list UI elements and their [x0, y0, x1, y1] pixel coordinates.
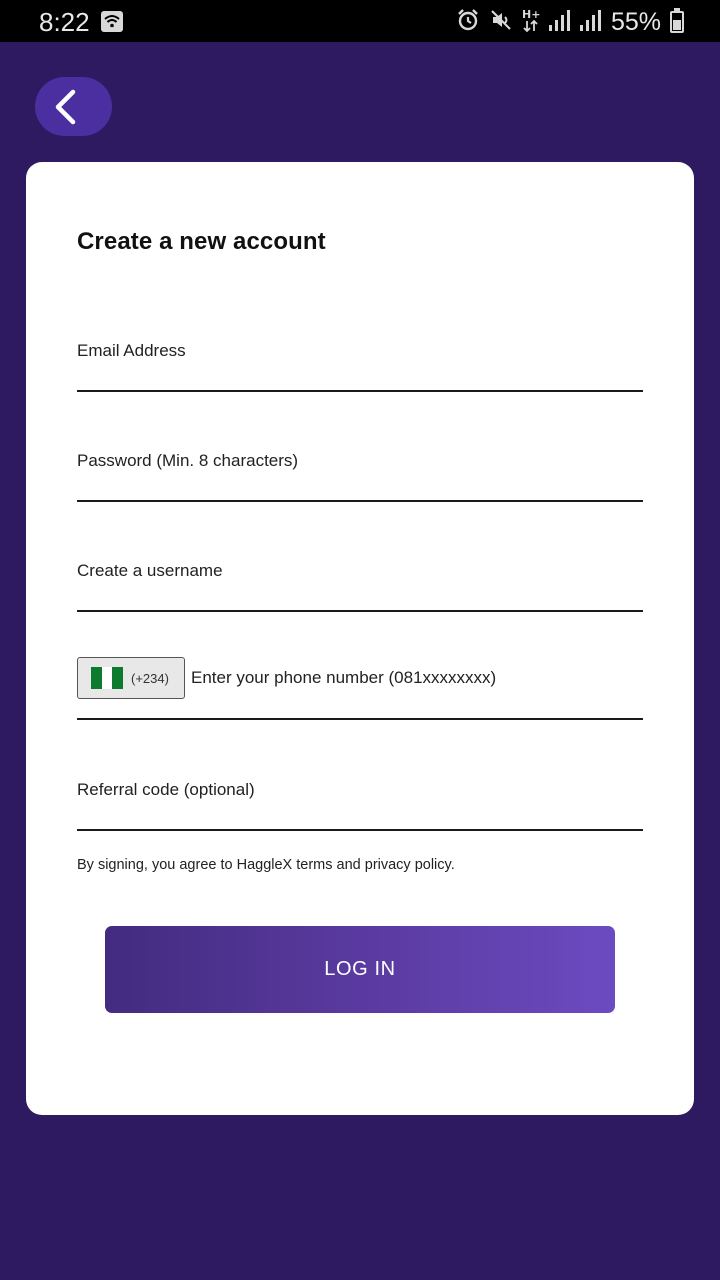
phone-field[interactable]: (+234) Enter your phone number (081xxxxx… [77, 657, 643, 720]
mute-icon [489, 8, 513, 37]
phone-placeholder: Enter your phone number (081xxxxxxxx) [191, 668, 497, 687]
email-label: Email Address [77, 341, 186, 360]
nigeria-flag-icon [91, 667, 124, 689]
chevron-left-icon [55, 89, 75, 124]
username-label: Create a username [77, 561, 223, 580]
country-code: (+234) [131, 670, 169, 686]
status-time: 8:22 [39, 7, 90, 37]
signal-icon [579, 8, 602, 37]
battery-percent: 55% [610, 8, 661, 36]
svg-text:H+: H+ [522, 8, 540, 21]
password-field[interactable]: Password (Min. 8 characters) [77, 451, 643, 502]
signal-icon [548, 8, 571, 37]
status-icons: H+ 55% [456, 6, 684, 38]
email-field[interactable]: Email Address [77, 341, 643, 392]
username-field[interactable]: Create a username [77, 561, 643, 612]
referral-field[interactable]: Referral code (optional) [77, 780, 643, 831]
alarm-icon [456, 8, 480, 37]
status-bar: 8:22 H+ 55% [0, 0, 720, 42]
wifi-icon [101, 11, 123, 32]
signup-card: Create a new account Email Address Passw… [26, 162, 694, 1115]
battery-icon [670, 8, 684, 33]
referral-label: Referral code (optional) [77, 780, 255, 799]
page-title: Create a new account [77, 228, 326, 255]
login-button[interactable]: LOG IN [105, 926, 615, 1013]
country-code-selector[interactable]: (+234) [77, 657, 185, 699]
h-plus-data-icon: H+ [522, 7, 540, 38]
terms-text: By signing, you agree to HaggleX terms a… [77, 857, 455, 873]
password-label: Password (Min. 8 characters) [77, 451, 299, 470]
back-button[interactable] [35, 77, 112, 136]
